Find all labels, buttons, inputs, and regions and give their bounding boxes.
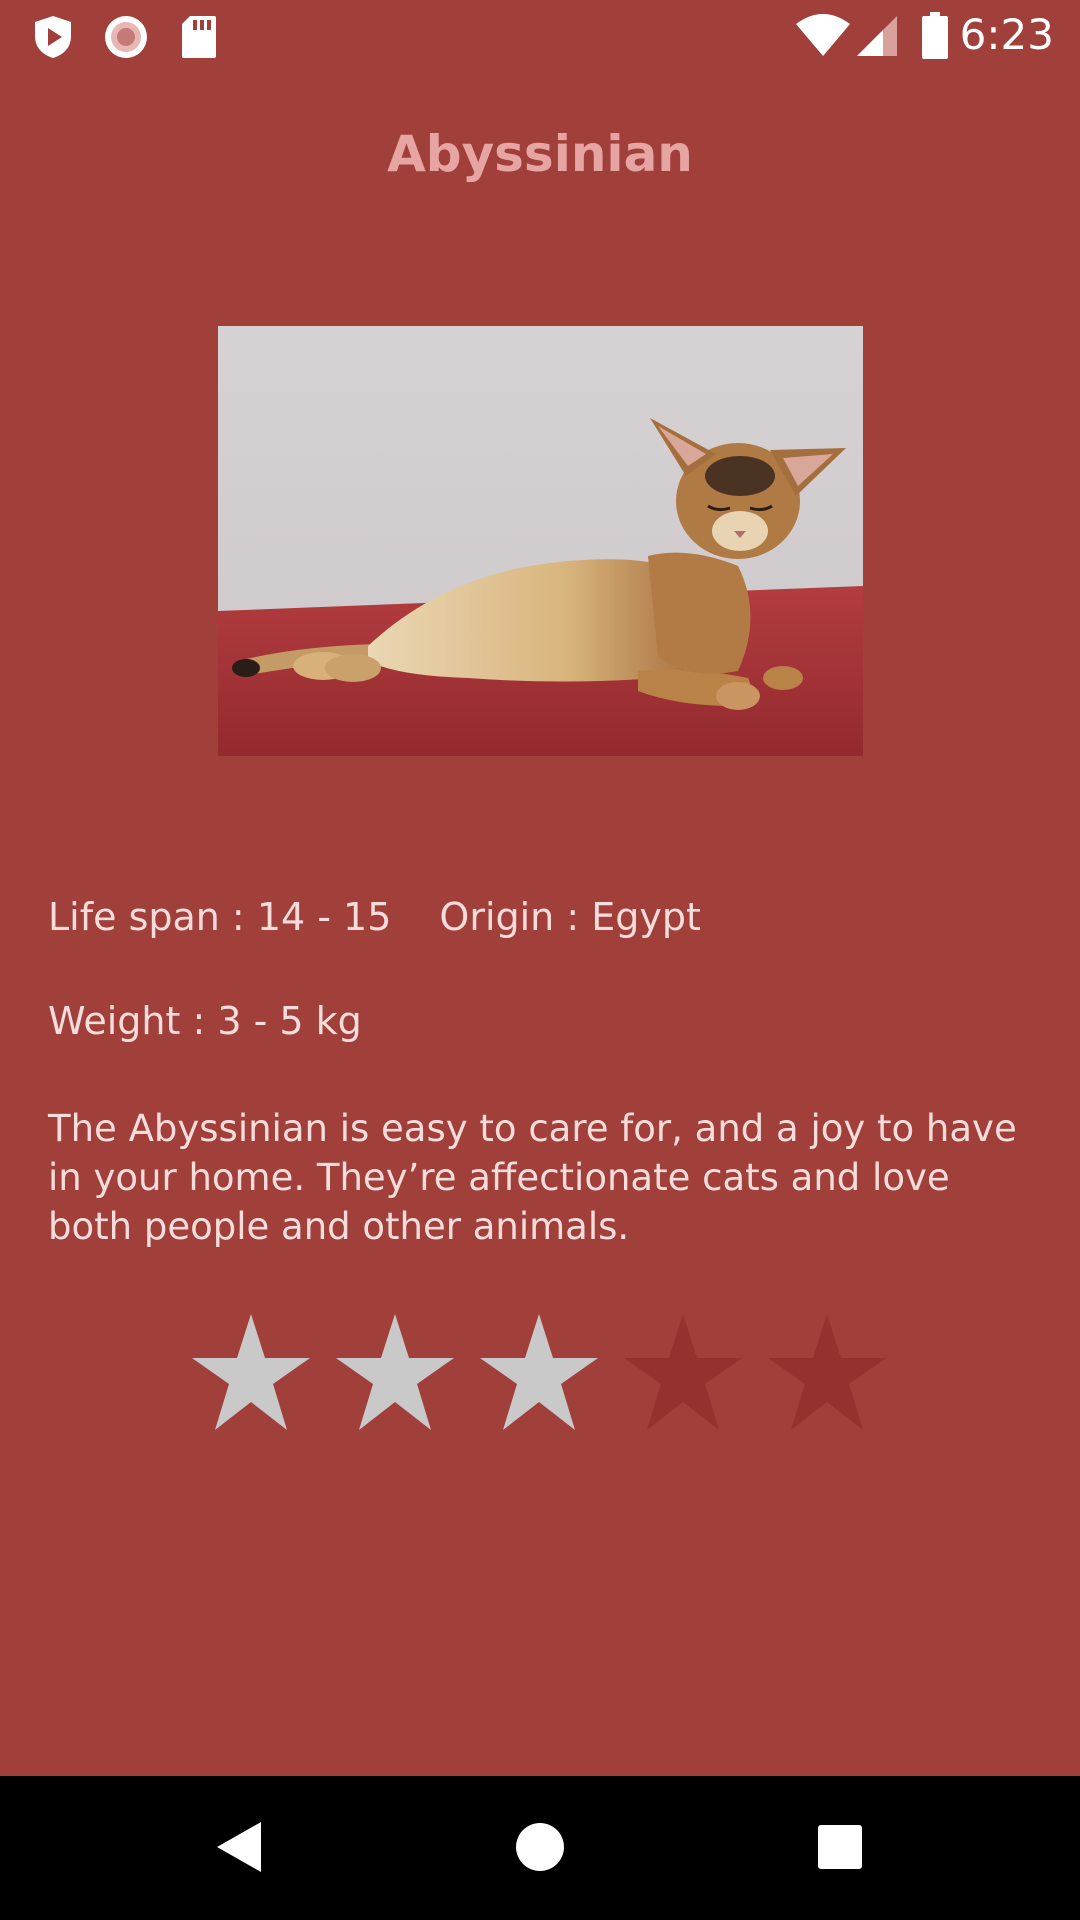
star-empty-icon[interactable] [766, 1312, 888, 1432]
home-icon[interactable] [515, 1822, 565, 1872]
wifi-icon [796, 14, 850, 56]
sd-card-icon [182, 16, 216, 58]
description-text: The Abyssinian is easy to care for, and … [48, 1107, 1017, 1248]
weight-text: Weight : 3 - 5 kg [48, 999, 362, 1043]
facts-row: Life span : 14 - 15 Origin : Egypt [48, 895, 701, 939]
life-span-text: Life span : 14 - 15 [48, 895, 392, 939]
navigation-bar [0, 1776, 1080, 1920]
record-icon [105, 16, 147, 58]
rating-bar[interactable] [190, 1312, 888, 1432]
abyssinian-cat-photo [218, 326, 863, 756]
back-icon[interactable] [215, 1820, 263, 1874]
origin-text: Origin : Egypt [439, 895, 701, 939]
status-bar: 6:23 [0, 0, 1080, 74]
battery-icon [922, 12, 948, 59]
page-title: Abyssinian [387, 125, 693, 183]
status-time: 6:23 [959, 10, 1054, 59]
signal-icon [857, 16, 897, 56]
star-filled-icon[interactable] [190, 1312, 312, 1432]
star-empty-icon[interactable] [622, 1312, 744, 1432]
star-filled-icon[interactable] [478, 1312, 600, 1432]
star-filled-icon[interactable] [334, 1312, 456, 1432]
shield-play-icon [35, 16, 71, 58]
recents-icon[interactable] [817, 1824, 863, 1870]
